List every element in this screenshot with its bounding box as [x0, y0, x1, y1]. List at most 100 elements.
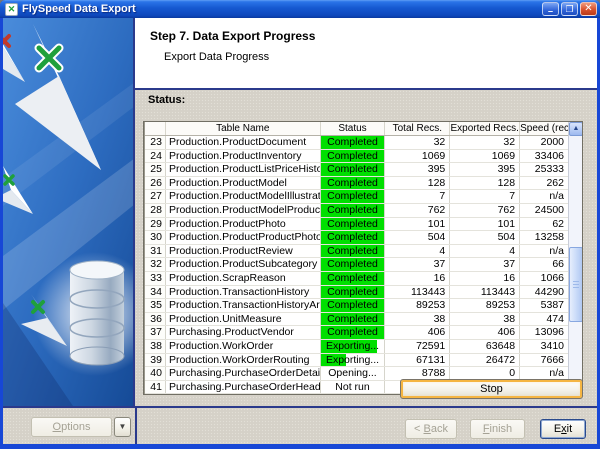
status-cell: Completed	[320, 326, 386, 339]
close-button[interactable]: ✕	[580, 2, 597, 16]
speed-cell: n/a	[549, 190, 564, 203]
scrollbar-thumb[interactable]	[569, 247, 582, 322]
app-icon: ✕	[5, 2, 18, 16]
table-row[interactable]: 25 Production.ProductListPriceHistory Comp…	[145, 163, 568, 177]
table-row[interactable]: 29 Production.ProductPhoto Completed 101 101…	[145, 217, 568, 232]
table-row[interactable]: 26 Production.ProductModel Completed 128 128…	[145, 176, 568, 191]
speed-cell: n/a	[549, 244, 564, 257]
exit-button[interactable]: Exit	[540, 419, 586, 439]
table-name-cell: Production.WorkOrder	[166, 339, 321, 353]
table-row[interactable]: 35Production.TransactionHistoryArchive Co…	[145, 299, 568, 313]
speed-cell: 25333	[534, 163, 564, 176]
total-recs-cell: 32	[385, 136, 451, 149]
status-cell: Completed	[320, 285, 386, 299]
table-row[interactable]: 36 Production.UnitMeasure Completed 38 38 474	[145, 312, 568, 327]
table-row[interactable]: 34 Production.TransactionHistory Completed…	[145, 285, 568, 300]
table-name-cell: Production.ProductModelIllustration	[166, 190, 321, 203]
status-text: Completed	[327, 231, 378, 244]
table-name-cell: Production.ProductModelProductDescriptio	[166, 203, 321, 217]
total-recs-cell: 762	[385, 203, 451, 217]
vertical-scrollbar[interactable]: ▲ ▼	[568, 122, 582, 394]
status-text: Completed	[327, 271, 378, 284]
total-recs-cell: 8788	[385, 367, 451, 380]
speed-cell: 262	[546, 176, 564, 189]
exported-recs-cell: 63648	[450, 339, 521, 353]
options-dropdown-button[interactable]: ▼	[114, 417, 131, 437]
status-cell: Not run	[321, 380, 386, 394]
stop-button[interactable]: Stop	[400, 379, 583, 399]
speed-cell: 7666	[540, 353, 564, 366]
column-header: Status	[321, 122, 386, 135]
status-text: Completed	[327, 163, 378, 176]
chevron-down-icon: ▼	[118, 422, 127, 431]
status-text: Completed	[327, 203, 378, 216]
table-name-cell: Production.UnitMeasure	[166, 312, 321, 326]
table-name-cell: Production.ProductPhoto	[166, 217, 321, 231]
minimize-button[interactable]: –	[542, 2, 559, 16]
step-subtitle: Export Data Progress	[164, 51, 270, 63]
total-recs-cell: 38	[385, 312, 451, 326]
table-name-cell: Production.ProductListPriceHistory	[166, 163, 321, 176]
row-number-cell: 28	[145, 203, 166, 217]
table-name-cell: Purchasing.ProductVendor	[166, 326, 321, 339]
table-row[interactable]: 27 Production.ProductModelIllustration Com…	[145, 190, 568, 204]
speed-cell: 44290	[534, 285, 564, 298]
column-header: Total Recs.	[385, 122, 451, 135]
table-row[interactable]: 24 Production.ProductInventory Completed 10…	[145, 149, 568, 164]
scroll-up-icon[interactable]: ▲	[569, 122, 582, 136]
grid-header-row: Table Name Status Total Recs. Exported Recs…	[145, 122, 568, 136]
row-number-cell: 35	[145, 299, 166, 312]
row-number-cell: 26	[145, 176, 166, 190]
table-name-cell: Production.ProductReview	[166, 244, 321, 258]
exported-recs-cell: 101	[450, 217, 521, 231]
exported-recs-cell: 89253	[450, 299, 521, 312]
exported-recs-cell: 406	[450, 326, 521, 339]
table-name-cell: Production.ProductProductPhoto	[166, 231, 321, 244]
table-row[interactable]: 32 Production.ProductSubcategory Completed…	[145, 258, 568, 272]
status-text: Exporting...	[325, 353, 380, 366]
exported-recs-cell: 504	[450, 231, 521, 244]
status-text: Opening...	[328, 367, 377, 380]
maximize-button[interactable]: ❐	[561, 2, 578, 16]
status-text: Completed	[327, 176, 378, 189]
back-button[interactable]: < Back	[405, 419, 457, 439]
row-number-cell: 36	[145, 312, 166, 326]
table-row[interactable]: 39 Production.WorkOrderRouting Exporting..…	[145, 353, 568, 368]
row-number-cell: 25	[145, 163, 166, 176]
status-cell: Completed	[320, 217, 386, 231]
table-row[interactable]: 33 Production.ScrapReason Completed 16 16 106…	[145, 271, 568, 286]
row-number-cell: 34	[145, 285, 166, 299]
speed-cell: n/a	[549, 367, 564, 380]
exported-recs-cell: 32	[450, 136, 521, 149]
status-cell: Completed	[320, 176, 386, 190]
window-title: FlySpeed Data Export	[22, 3, 136, 15]
options-button[interactable]: Options	[31, 417, 112, 437]
total-recs-cell: 504	[385, 231, 451, 244]
exported-recs-cell: 0	[450, 367, 521, 380]
status-cell: Completed	[320, 271, 386, 285]
dialog-body: Step 7. Data Export Progress Export Data…	[3, 18, 597, 444]
paper-planes-graphic	[3, 18, 133, 406]
content-area: Status: Table Name Status Total Recs. Expor…	[135, 90, 597, 406]
finish-button[interactable]: Finish	[470, 419, 525, 439]
table-name-cell: Production.ProductModel	[166, 176, 321, 190]
table-row[interactable]: 28Production.ProductModelProductDescript…	[145, 203, 568, 218]
table-row[interactable]: 37 Purchasing.ProductVendor Completed 406 40…	[145, 326, 568, 340]
table-row[interactable]: 23 Production.ProductDocument Completed 32 3…	[145, 136, 568, 150]
status-cell: Completed	[320, 244, 386, 258]
table-name-cell: Production.ProductInventory	[166, 149, 321, 163]
table-row[interactable]: 31 Production.ProductReview Completed 4 4 n/a	[145, 244, 568, 259]
speed-cell: 13096	[534, 326, 564, 339]
table-name-cell: Production.ScrapReason	[166, 271, 321, 285]
row-number-cell: 33	[145, 271, 166, 285]
titlebar[interactable]: ✕ FlySpeed Data Export – ❐ ✕	[0, 0, 600, 18]
total-recs-cell: 128	[385, 176, 451, 190]
status-text: Completed	[327, 136, 378, 148]
row-number-cell: 23	[145, 136, 166, 149]
table-row[interactable]: 30 Production.ProductProductPhoto Complete…	[145, 231, 568, 245]
row-number-cell: 30	[145, 231, 166, 244]
table-name-cell: Production.ProductDocument	[166, 136, 321, 149]
table-row[interactable]: 38 Production.WorkOrder Exporting... 72591 6…	[145, 339, 568, 354]
status-text: Completed	[327, 244, 378, 257]
table-name-cell: Production.TransactionHistory	[166, 285, 321, 299]
